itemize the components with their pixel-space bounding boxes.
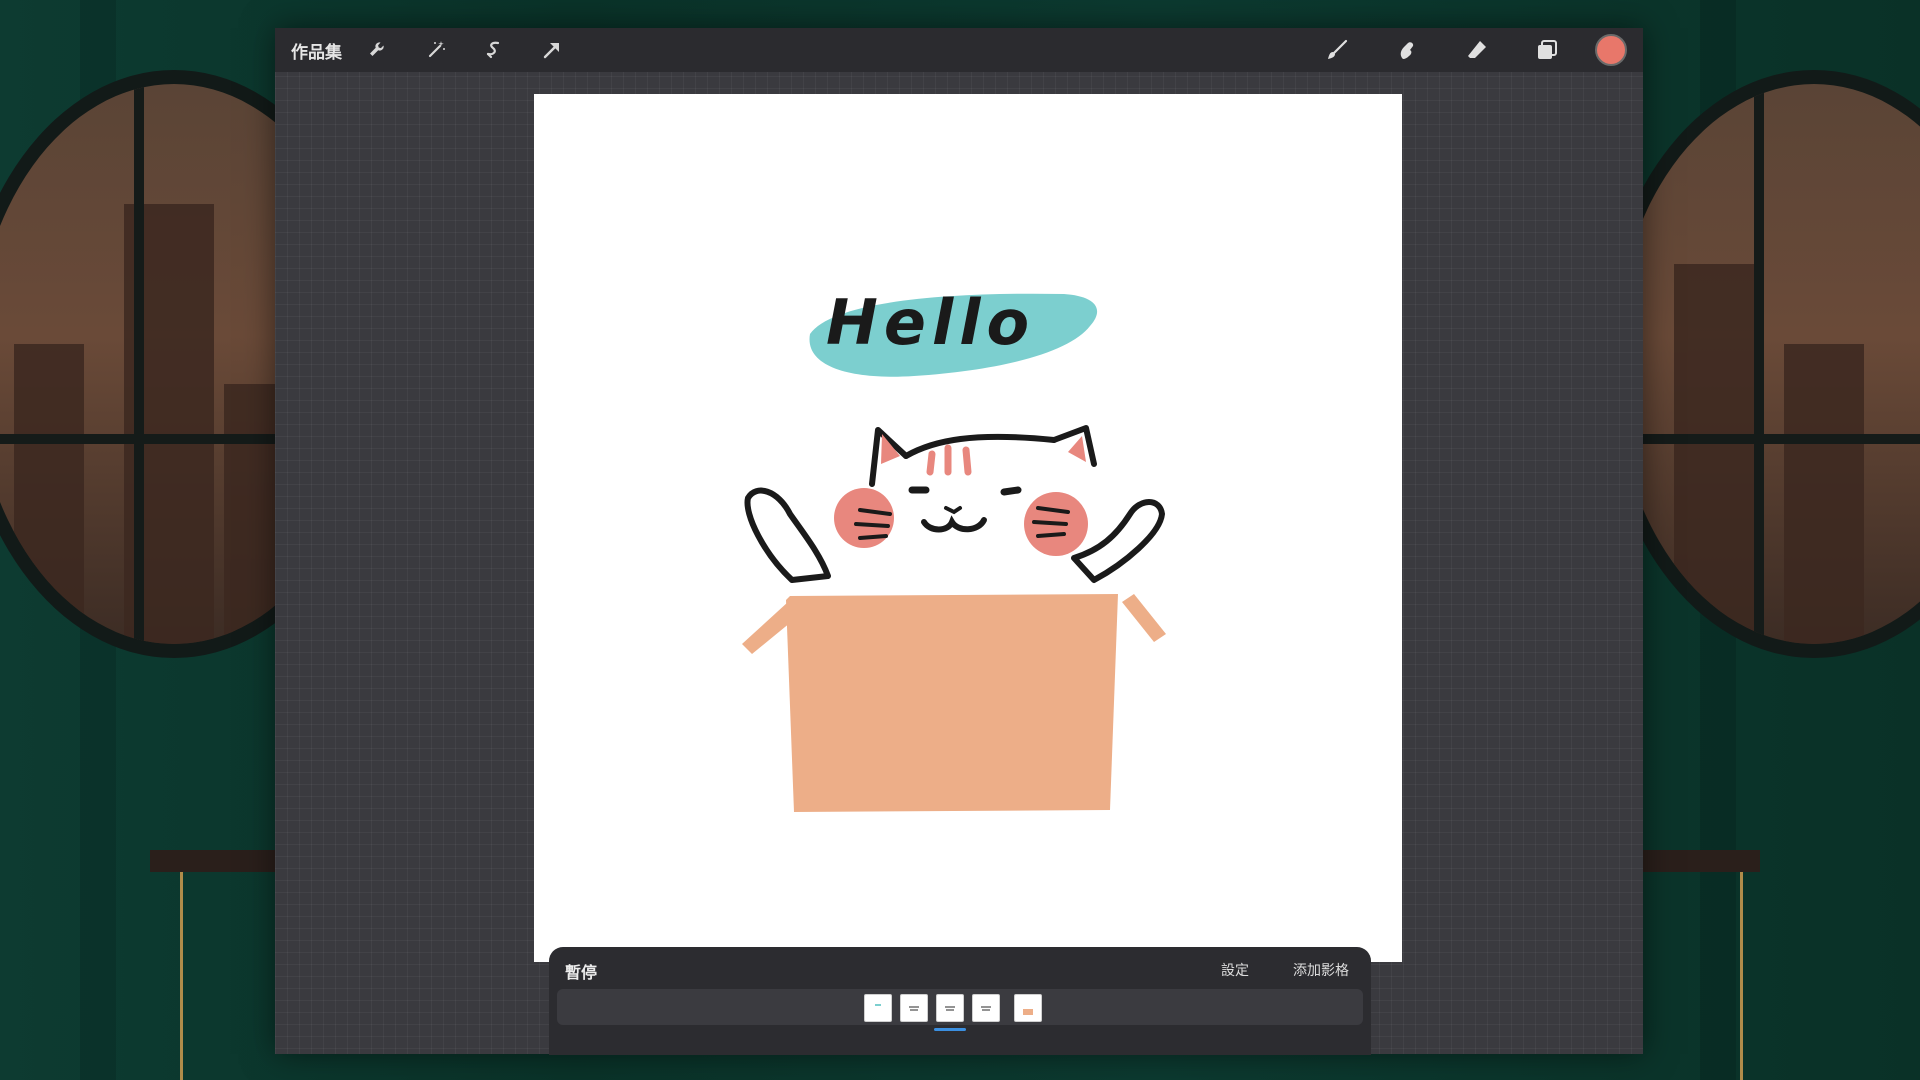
actions-button[interactable] [356,28,400,72]
procreate-app-window: 作品集 Hello 暫停 設定 添加影格 [275,28,1643,1055]
background-window-right [1600,70,1920,658]
transform-button[interactable] [530,28,574,72]
eraser-button[interactable] [1455,28,1499,72]
frame-thumbnail-3[interactable] [936,994,964,1022]
background-table-leg [1740,872,1743,1080]
gallery-button[interactable]: 作品集 [291,38,342,63]
add-frame-button[interactable]: 添加影格 [1293,960,1349,980]
layers-icon [1538,40,1557,59]
box-front [786,594,1118,812]
frame-thumbnail-4[interactable] [972,994,1000,1022]
color-picker-button[interactable] [1595,34,1627,66]
brush-icon [1328,39,1348,59]
frame-thumbnail-2[interactable] [900,994,928,1022]
drawing-canvas[interactable]: Hello [534,94,1402,962]
box-right-flap [1122,594,1166,642]
smudge-icon [1400,42,1414,59]
transform-arrow-icon [543,43,559,59]
background-table-leg [180,872,183,1080]
toolbar-right-group [1315,28,1643,72]
magic-wand-icon [428,41,445,58]
top-toolbar: 作品集 [275,28,1643,72]
pause-button[interactable]: 暫停 [565,959,597,983]
wrench-icon [370,42,384,56]
eraser-icon [1468,41,1486,58]
frame-thumbnail-5[interactable] [1014,994,1042,1022]
selection-icon [486,41,500,59]
animation-assist-panel: 暫停 設定 添加影格 [549,947,1371,1055]
smudge-button[interactable] [1385,28,1429,72]
background-table-right [1640,850,1760,872]
adjustments-button[interactable] [414,28,458,72]
animation-settings-button[interactable]: 設定 [1221,960,1249,980]
background-scene: 作品集 Hello 暫停 設定 添加影格 [0,0,1920,1080]
frames-timeline[interactable] [557,989,1363,1031]
frame-thumbnail-1[interactable] [864,994,892,1022]
layers-button[interactable] [1525,28,1569,72]
hello-text: Hello [826,286,1035,359]
cat-arm-left [744,487,831,583]
brush-button[interactable] [1315,28,1359,72]
selected-frame-indicator [934,1028,966,1031]
cat-in-box-illustration: Hello [742,286,1166,812]
selection-button[interactable] [472,28,516,72]
